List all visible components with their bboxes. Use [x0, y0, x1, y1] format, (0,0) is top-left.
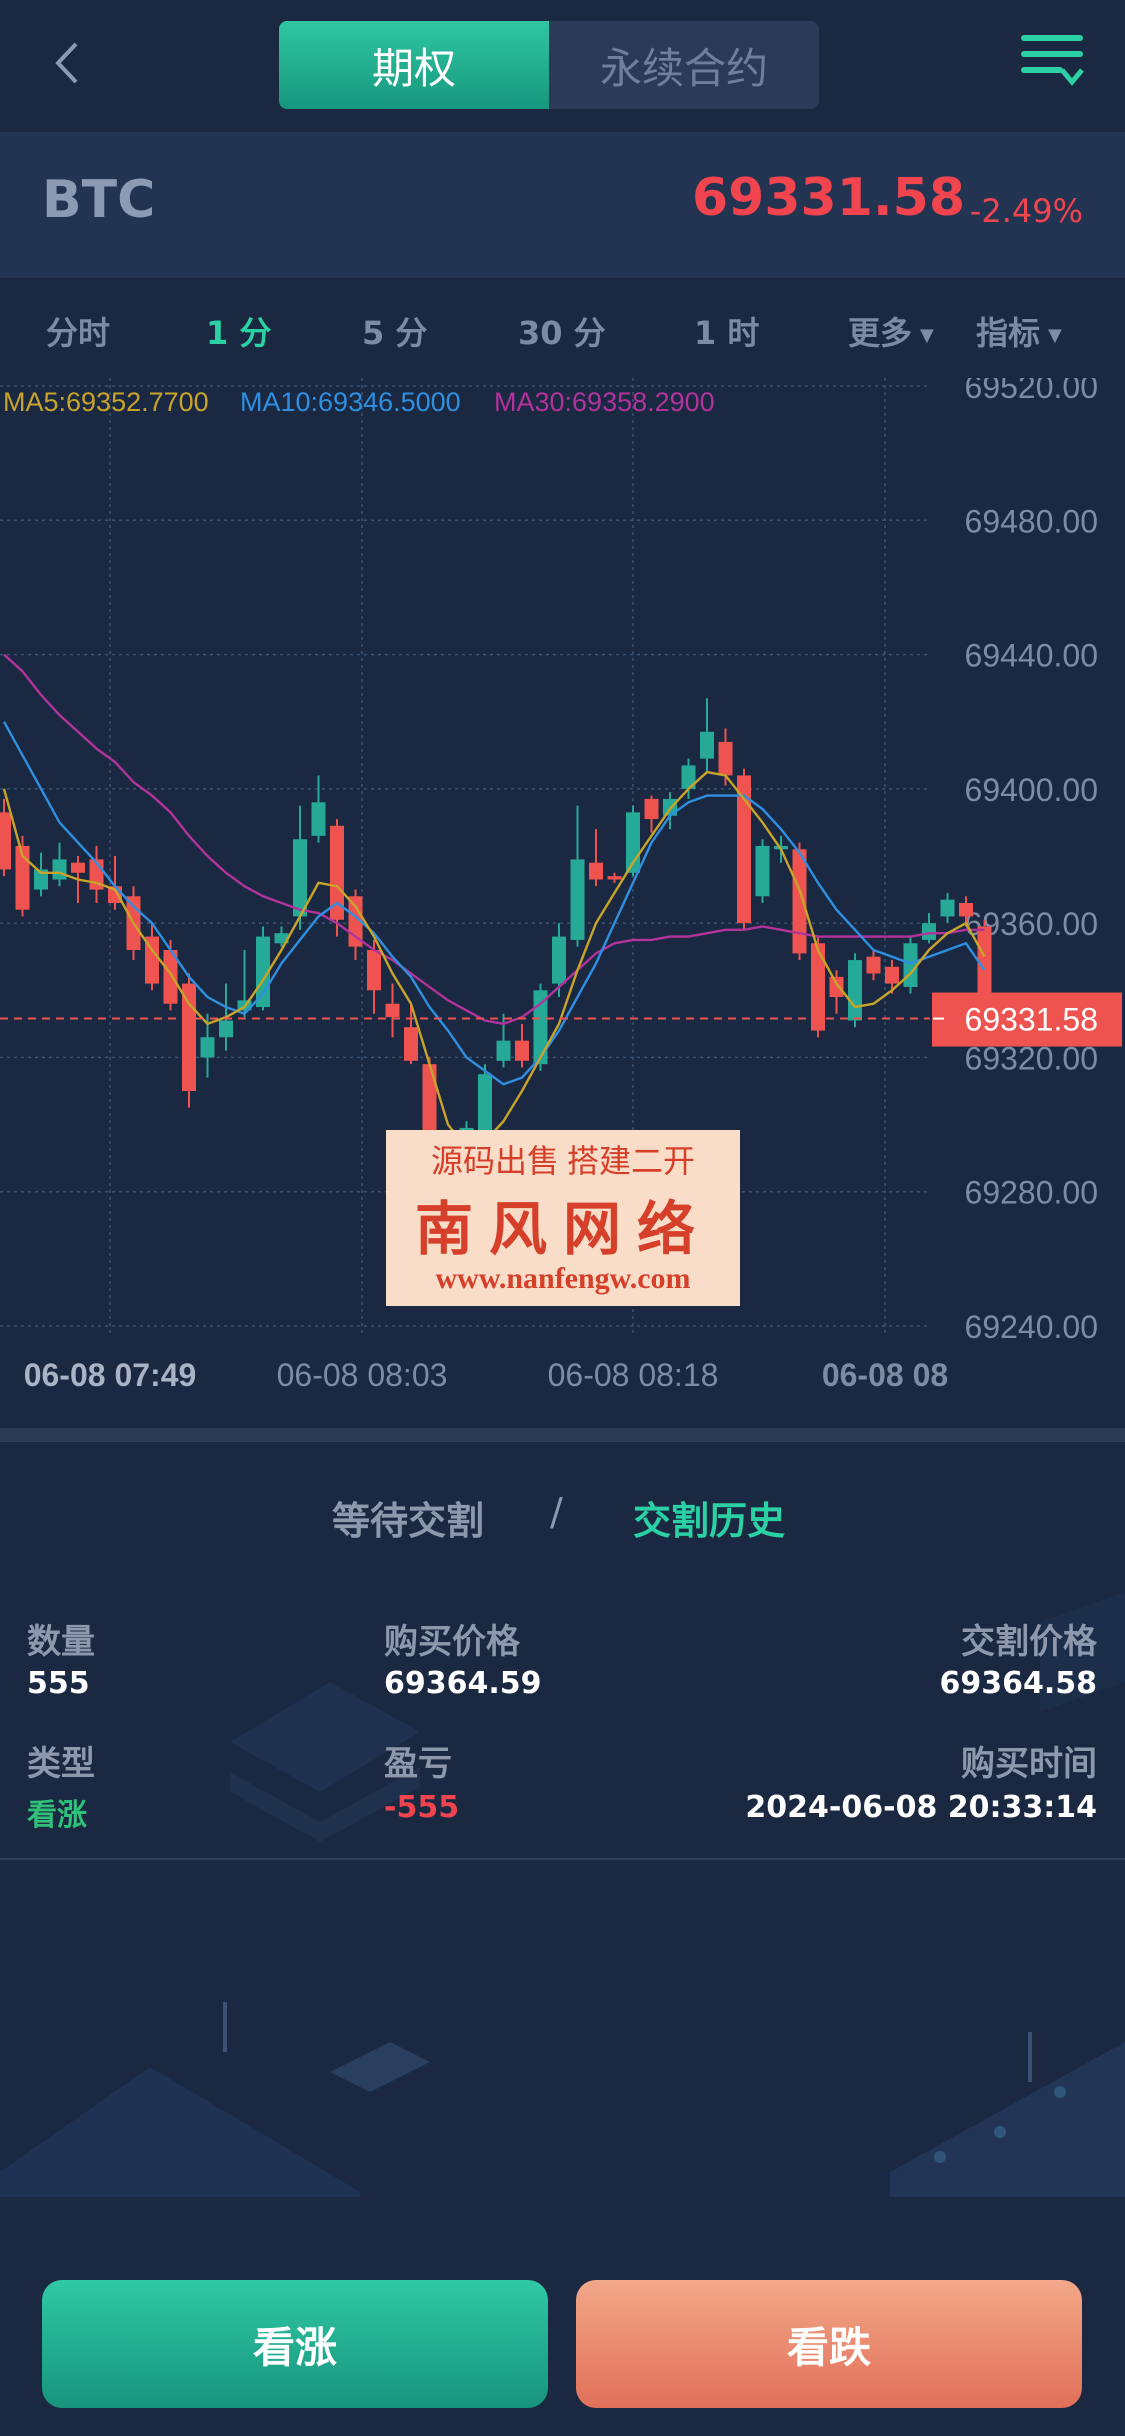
candle-body	[533, 990, 548, 1065]
y-tick-label: 69520.00	[965, 378, 1098, 405]
tf-timeshare[interactable]: 分时	[46, 308, 110, 354]
buy-price-value: 69364.59	[384, 1666, 542, 1701]
tf-1h[interactable]: 1 时	[694, 308, 759, 354]
watermark-badge: 源码出售 搭建二开 南风网络 www.nanfengw.com	[386, 1130, 740, 1306]
ma-legend-label: MA5:69352.7700	[3, 387, 209, 417]
caret-down-icon: ▼	[920, 324, 934, 346]
timeframe-bar: 分时 1 分 5 分 30 分 1 时 更多 ▼ 指标 ▼	[0, 278, 1125, 378]
buy-up-button[interactable]: 看涨	[42, 2280, 548, 2408]
candle-body	[200, 1037, 215, 1058]
x-tick-label: 06-08 07:49	[24, 1357, 197, 1393]
tf-more-label: 更多	[848, 314, 913, 352]
watermark-line1: 源码出售 搭建二开	[430, 1143, 695, 1179]
candle-body	[885, 966, 899, 984]
candle-body	[404, 1027, 418, 1061]
x-tick-label: 06-08 08:03	[277, 1357, 448, 1393]
ma-legend-label: MA10:69346.5000	[240, 387, 461, 417]
tab-options[interactable]: 期权	[279, 21, 549, 109]
candle-body	[959, 903, 973, 917]
menu-button[interactable]	[1020, 30, 1084, 90]
x-tick-label: 06-08 08	[822, 1357, 948, 1393]
ticker-bar: BTC 69331.58 -2.49%	[0, 132, 1125, 278]
buy-time-label: 购买时间	[961, 1744, 1097, 1784]
price-change: -2.49%	[969, 192, 1083, 230]
settle-price-value: 69364.58	[939, 1666, 1097, 1701]
candle-body	[700, 731, 714, 759]
candle-body	[718, 741, 733, 776]
x-tick-label: 06-08 08:18	[548, 1357, 719, 1393]
candle-body	[515, 1040, 529, 1061]
settle-price-label: 交割价格	[961, 1622, 1097, 1662]
y-tick-label: 69400.00	[965, 772, 1098, 808]
tf-more[interactable]: 更多 ▼	[848, 308, 934, 354]
candle-body	[922, 923, 936, 940]
candle-body	[829, 976, 844, 997]
y-tick-label: 69280.00	[965, 1175, 1098, 1211]
candle-body	[478, 1074, 492, 1132]
candle-body	[496, 1040, 511, 1061]
last-price-label: 69331.58	[965, 1002, 1098, 1038]
candle-body	[0, 812, 11, 870]
tab-settlement-history[interactable]: 交割历史	[633, 1490, 785, 1545]
candle-body	[385, 1003, 400, 1018]
tab-perpetual[interactable]: 永续合约	[549, 21, 819, 109]
watermark-line3: www.nanfengw.com	[435, 1262, 691, 1295]
back-button[interactable]	[44, 38, 94, 88]
history-tabs: 等待交割 / 交割历史	[0, 1490, 1125, 1550]
candle-body	[903, 943, 918, 987]
candle-body	[293, 839, 307, 917]
qty-value: 555	[27, 1666, 90, 1701]
tab-pending-settlement[interactable]: 等待交割	[332, 1490, 484, 1545]
pnl-value: -555	[384, 1790, 460, 1825]
candle-body	[589, 862, 603, 880]
last-price: 69331.58	[691, 168, 965, 228]
candle-body	[792, 849, 807, 954]
y-tick-label: 69480.00	[965, 503, 1098, 539]
candle-body	[570, 859, 585, 940]
tf-indicators[interactable]: 指标 ▼	[976, 308, 1062, 354]
candle-body	[367, 950, 381, 991]
record-divider	[0, 1858, 1125, 1860]
candle-body	[644, 798, 659, 820]
candle-body	[811, 943, 825, 1031]
candle-body	[182, 983, 196, 1091]
ma-legend-label: MA30:69358.2900	[494, 387, 715, 417]
tf-30m[interactable]: 30 分	[518, 308, 606, 354]
type-label: 类型	[27, 1744, 95, 1784]
y-tick-label: 69440.00	[965, 638, 1098, 674]
chevron-left-icon	[55, 42, 78, 84]
buy-price-label: 购买价格	[384, 1622, 520, 1662]
tf-5m[interactable]: 5 分	[362, 308, 427, 354]
candle-body	[848, 960, 862, 1021]
candle-body	[52, 859, 67, 880]
qty-label: 数量	[27, 1622, 95, 1662]
tf-1m[interactable]: 1 分	[206, 308, 271, 354]
candle-body	[71, 862, 85, 873]
watermark-line2: 南风网络	[414, 1197, 711, 1262]
order-history-section: 等待交割 / 交割历史 数量 555 购买价格 69364.59 交割价格 69…	[0, 1442, 1125, 2436]
product-tabs: 期权 永续合约	[279, 21, 819, 109]
section-divider	[0, 1428, 1125, 1442]
y-tick-label: 69240.00	[965, 1309, 1098, 1345]
caret-down-icon: ▼	[1048, 324, 1062, 346]
candle-body	[552, 936, 566, 984]
filter-menu-icon	[1021, 35, 1084, 86]
pnl-label: 盈亏	[384, 1744, 452, 1784]
candle-body	[219, 1020, 233, 1038]
symbol-label: BTC	[42, 170, 156, 230]
candle-body	[607, 876, 622, 880]
candle-body	[755, 845, 770, 897]
type-value: 看涨	[27, 1798, 87, 1833]
tab-separator: /	[550, 1490, 563, 1534]
candle-body	[866, 956, 881, 974]
candle-body	[940, 899, 955, 917]
tf-indicators-label: 指标	[976, 314, 1041, 352]
candle-body	[311, 802, 326, 836]
buy-time-value: 2024-06-08 20:33:14	[745, 1790, 1097, 1825]
buy-down-button[interactable]: 看跌	[576, 2280, 1082, 2408]
top-bar: 期权 永续合约	[0, 0, 1125, 130]
ma10-line	[2, 721, 986, 1086]
